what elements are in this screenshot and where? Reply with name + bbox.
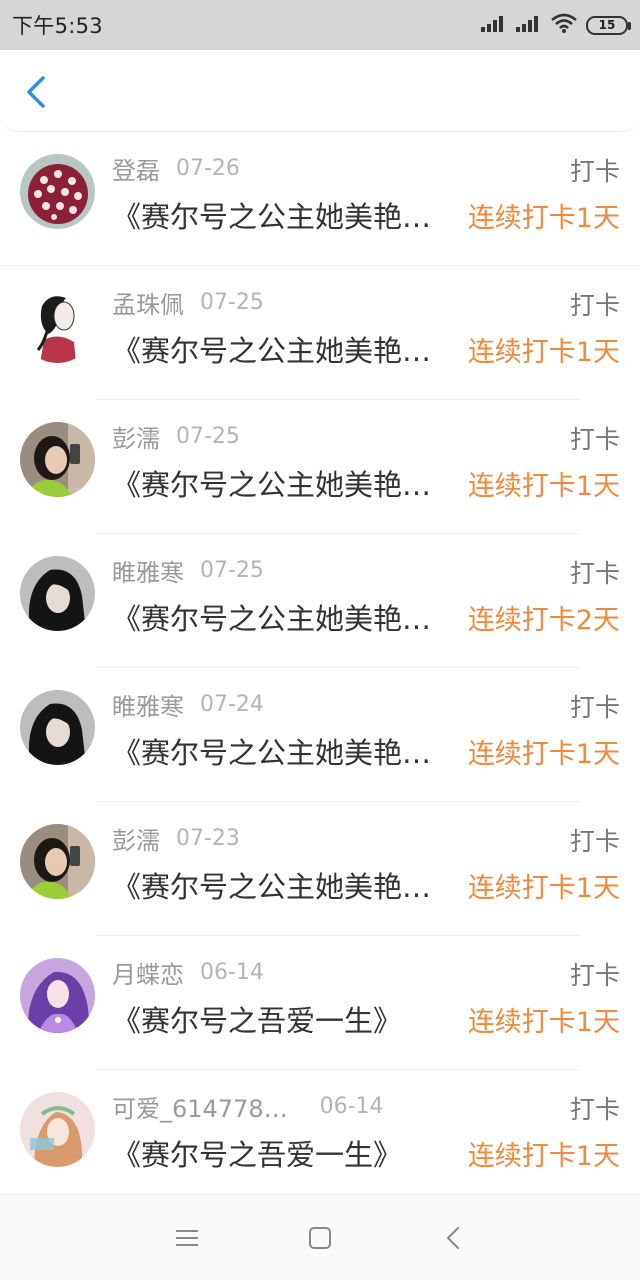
user-line: 睢雅寒 07-24 (112, 687, 264, 722)
avatar[interactable] (20, 154, 95, 229)
menu-icon (175, 1229, 198, 1246)
date: 07-25 (200, 289, 264, 315)
action-label: 打卡 (569, 291, 620, 320)
book-title[interactable]: 《赛尔号之公主她美艳… (112, 730, 454, 772)
home-square-icon (308, 1226, 331, 1249)
user-line: 登磊 07-26 (112, 151, 240, 186)
action-label: 打卡 (569, 559, 620, 588)
user-line: 月蝶恋 06-14 (112, 955, 264, 990)
action-label: 打卡 (569, 425, 620, 454)
book-title[interactable]: 《赛尔号之吾爱一生》 (112, 998, 454, 1040)
date: 07-24 (200, 691, 264, 717)
back-triangle-icon (447, 1226, 460, 1249)
home-button[interactable] (295, 1213, 345, 1263)
action-label: 打卡 (569, 693, 620, 722)
streak-label: 连续打卡1天 (467, 1141, 620, 1172)
username[interactable]: 可爱_614778… (112, 1089, 288, 1124)
user-line: 睢雅寒 07-25 (112, 553, 264, 588)
user-line: 孟珠佩 07-25 (112, 285, 264, 320)
streak-label: 连续打卡1天 (467, 471, 620, 502)
list-item[interactable]: 可爱_614778… 06-14 打卡 《赛尔号之吾爱一生》 连续打卡1天 (0, 1070, 640, 1204)
username[interactable]: 彭濡 (112, 821, 160, 856)
streak-label: 连续打卡1天 (467, 203, 620, 234)
list-item[interactable]: 月蝶恋 06-14 打卡 《赛尔号之吾爱一生》 连续打卡1天 (0, 936, 640, 1070)
book-title[interactable]: 《赛尔号之公主她美艳… (112, 596, 454, 638)
book-title[interactable]: 《赛尔号之公主她美艳… (112, 864, 454, 906)
book-title[interactable]: 《赛尔号之吾爱一生》 (112, 1132, 454, 1174)
signal-icon (516, 14, 542, 36)
list-item[interactable]: 彭濡 07-23 打卡 《赛尔号之公主她美艳… 连续打卡1天 (0, 802, 640, 936)
list-item[interactable]: 睢雅寒 07-24 打卡 《赛尔号之公主她美艳… 连续打卡1天 (0, 668, 640, 802)
username[interactable]: 孟珠佩 (112, 285, 184, 320)
action-label: 打卡 (569, 827, 620, 856)
book-title[interactable]: 《赛尔号之公主她美艳… (112, 462, 454, 504)
username[interactable]: 月蝶恋 (112, 955, 184, 990)
avatar[interactable] (20, 690, 95, 765)
action-label: 打卡 (569, 961, 620, 990)
avatar[interactable] (20, 556, 95, 631)
date: 06-14 (200, 959, 264, 985)
date: 07-26 (176, 155, 240, 181)
list-item[interactable]: 睢雅寒 07-25 打卡 《赛尔号之公主她美艳… 连续打卡2天 (0, 534, 640, 668)
username[interactable]: 登磊 (112, 151, 160, 186)
book-title[interactable]: 《赛尔号之公主她美艳… (112, 194, 454, 236)
avatar[interactable] (20, 824, 95, 899)
status-time: 下午5:53 (12, 14, 103, 38)
date: 07-23 (176, 825, 240, 851)
back-button[interactable] (14, 70, 58, 114)
user-line: 彭濡 07-23 (112, 821, 240, 856)
user-line: 彭濡 07-25 (112, 419, 240, 454)
chevron-left-icon (27, 76, 45, 108)
list-item[interactable]: 登磊 07-26 打卡 《赛尔号之公主她美艳… 连续打卡1天 (0, 132, 640, 266)
avatar[interactable] (20, 1092, 95, 1167)
action-label: 打卡 (569, 1095, 620, 1124)
username[interactable]: 睢雅寒 (112, 687, 184, 722)
signal-icon (481, 14, 507, 36)
avatar[interactable] (20, 288, 95, 363)
streak-label: 连续打卡1天 (467, 337, 620, 368)
date: 06-14 (319, 1093, 384, 1119)
streak-label: 连续打卡1天 (467, 1007, 620, 1038)
list-item[interactable]: 彭濡 07-25 打卡 《赛尔号之公主她美艳… 连续打卡1天 (0, 400, 640, 534)
avatar[interactable] (20, 958, 95, 1033)
top-navigation-bar (0, 50, 640, 132)
streak-label: 连续打卡1天 (467, 873, 620, 904)
system-navigation-bar (0, 1194, 640, 1280)
checkin-list: 登磊 07-26 打卡 《赛尔号之公主她美艳… 连续打卡1天 孟珠佩 07-25… (0, 132, 640, 1204)
date: 07-25 (200, 557, 264, 583)
streak-label: 连续打卡1天 (467, 739, 620, 770)
status-icons: 15 (481, 13, 631, 37)
menu-button[interactable] (162, 1213, 212, 1263)
list-item[interactable]: 孟珠佩 07-25 打卡 《赛尔号之公主她美艳… 连续打卡1天 (0, 266, 640, 400)
username[interactable]: 睢雅寒 (112, 553, 184, 588)
action-label: 打卡 (569, 157, 620, 186)
battery-icon: 15 (586, 15, 631, 35)
status-bar: 下午5:53 15 (0, 0, 640, 50)
wifi-icon (551, 13, 577, 37)
username[interactable]: 彭濡 (112, 419, 160, 454)
streak-label: 连续打卡2天 (467, 605, 620, 636)
user-line: 可爱_614778… 06-14 (112, 1089, 384, 1124)
avatar[interactable] (20, 422, 95, 497)
book-title[interactable]: 《赛尔号之公主她美艳… (112, 328, 454, 370)
date: 07-25 (176, 423, 240, 449)
back-nav-button[interactable] (428, 1213, 478, 1263)
